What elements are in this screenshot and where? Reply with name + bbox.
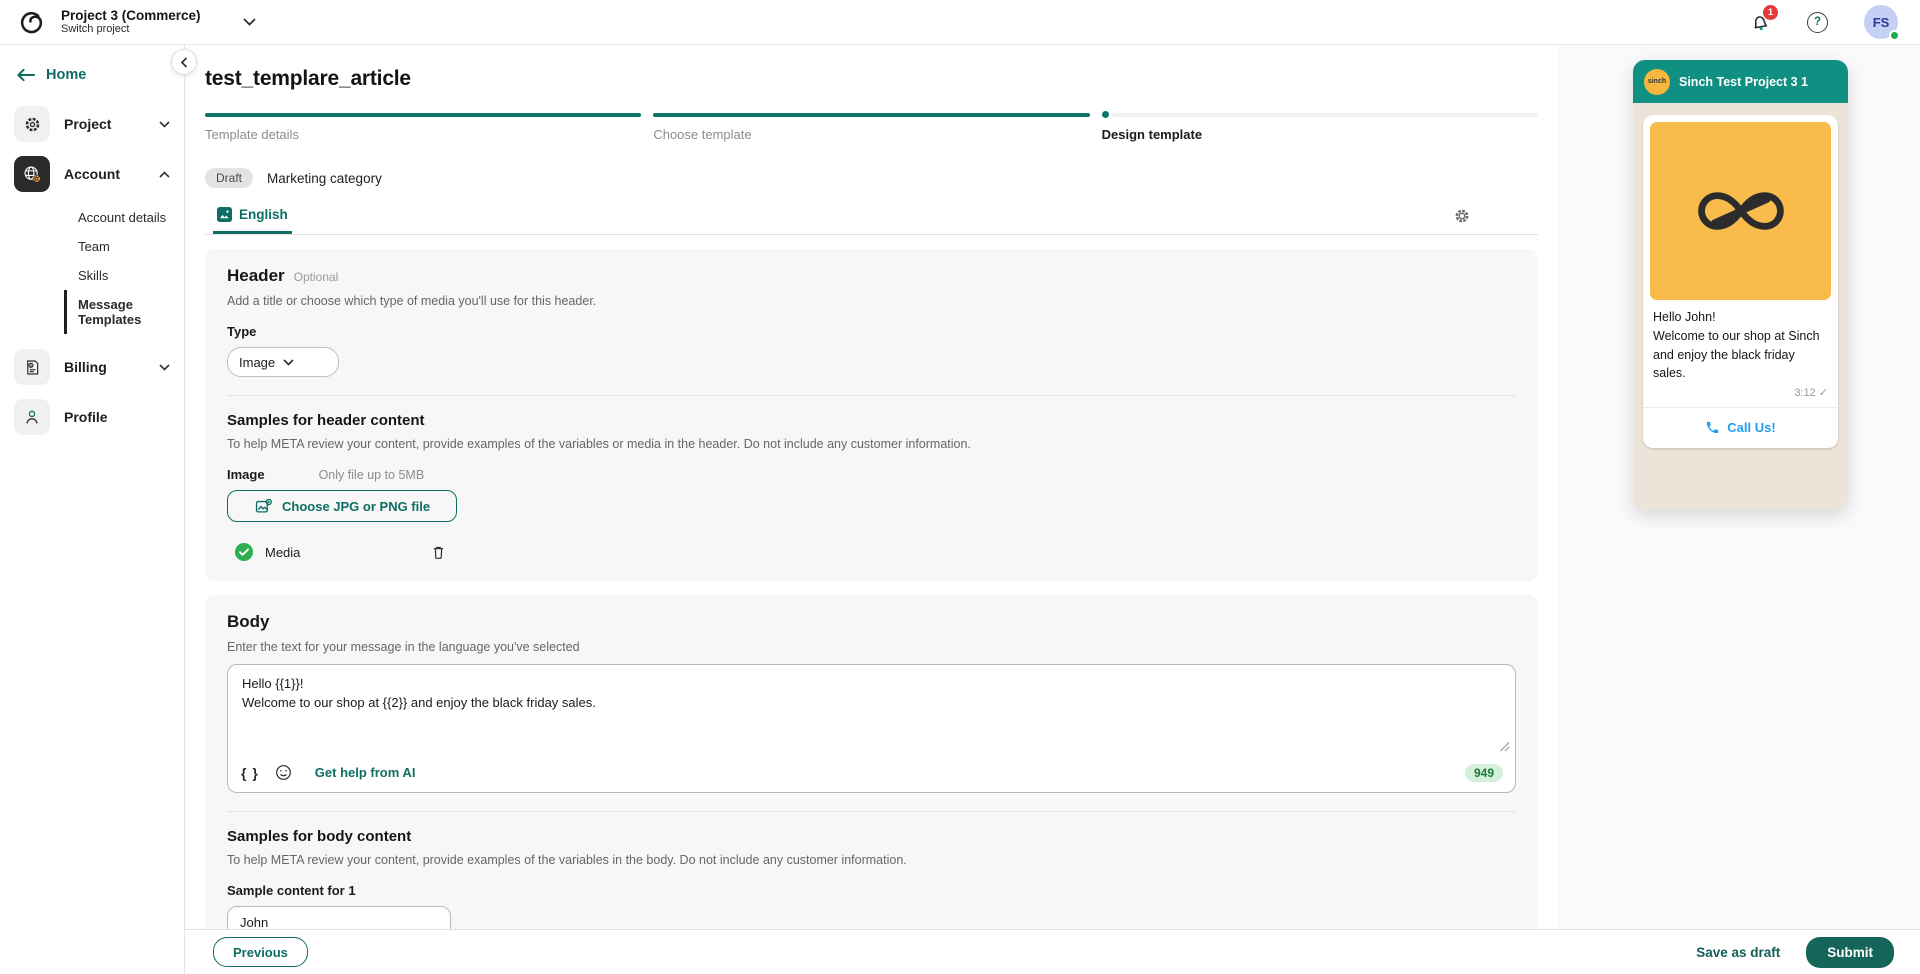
preview-message-card: Hello John! Welcome to our shop at Sinch…: [1643, 115, 1838, 448]
project-switcher[interactable]: Project 3 (Commerce) Switch project: [18, 8, 256, 36]
step-template-details[interactable]: Template details: [205, 111, 642, 142]
sidebar-collapse-button[interactable]: [171, 49, 197, 75]
notification-badge: 1: [1763, 5, 1778, 20]
step-choose-template[interactable]: Choose template: [653, 111, 1090, 142]
switch-project-label: Switch project: [61, 23, 130, 36]
globe-gear-icon: [14, 156, 50, 192]
submit-button[interactable]: Submit: [1806, 936, 1894, 968]
image-label: Image: [227, 467, 265, 482]
save-as-draft-link[interactable]: Save as draft: [1696, 945, 1780, 960]
main-content: test_templare_article Template details C…: [185, 45, 1558, 974]
sidebar-item-project[interactable]: Project: [0, 99, 184, 149]
image-language-icon: [217, 207, 232, 222]
chevron-down-icon: [159, 120, 170, 128]
sidebar-item-account[interactable]: Account: [0, 149, 184, 199]
chevron-down-icon: [242, 18, 256, 26]
account-subnav: Account details Team Skills Message Temp…: [64, 203, 184, 334]
preview-message-line2: Welcome to our shop at Sinch and enjoy t…: [1653, 328, 1820, 381]
preview-chat-header: sinch Sinch Test Project 3 1: [1633, 60, 1848, 103]
image-upload-icon: [254, 497, 273, 516]
char-count-badge: 949: [1464, 763, 1503, 782]
whatsapp-preview-panel: sinch Sinch Test Project 3 1 Hello John!…: [1633, 60, 1848, 510]
language-tabs: English: [205, 206, 1538, 235]
media-file-label: Media: [265, 544, 301, 560]
preview-message-time: 3:12 ✓: [1794, 387, 1828, 399]
project-name: Project 3 (Commerce): [61, 7, 201, 23]
samples-body-title: Samples for body content: [227, 828, 412, 845]
sidebar-home-link[interactable]: Home: [0, 53, 184, 99]
tab-english[interactable]: English: [213, 207, 292, 234]
chevron-down-icon: [159, 363, 170, 371]
body-section-title: Body: [227, 612, 270, 631]
footer-bar: Previous Save as draft Submit: [185, 929, 1920, 974]
sidebar-item-profile[interactable]: Profile: [0, 392, 184, 442]
notifications-button[interactable]: 1: [1749, 5, 1778, 33]
emoji-button[interactable]: [274, 763, 293, 782]
body-text-input[interactable]: Hello {{1}}! Welcome to our shop at {{2}…: [228, 665, 1515, 757]
samples-header-description: To help META review your content, provid…: [227, 437, 971, 451]
step-design-template[interactable]: Design template: [1101, 111, 1538, 142]
invoice-icon: [14, 349, 50, 385]
sidebar-item-skills[interactable]: Skills: [64, 261, 184, 290]
body-panel: Body Enter the text for your message in …: [205, 595, 1538, 974]
body-description: Enter the text for your message in the l…: [227, 640, 580, 654]
preview-chat-body: Hello John! Welcome to our shop at Sinch…: [1633, 103, 1848, 510]
previous-button[interactable]: Previous: [213, 937, 308, 967]
sample1-label: Sample content for 1: [227, 883, 356, 898]
header-type-select[interactable]: Image: [227, 347, 339, 377]
active-step-dot: [1101, 111, 1109, 118]
sidebar: Home Project Account Account details Tea…: [0, 45, 197, 974]
page-title: test_templare_article: [205, 67, 411, 90]
category-label: Marketing category: [267, 170, 382, 186]
get-help-from-ai-link[interactable]: Get help from AI: [315, 765, 416, 780]
file-size-hint: Only file up to 5MB: [318, 468, 425, 482]
sidebar-item-message-templates[interactable]: Message Templates: [64, 290, 184, 334]
phone-icon: [1705, 420, 1720, 435]
online-status-dot: [1889, 30, 1900, 41]
smiley-icon: [274, 763, 293, 782]
help-button[interactable]: ?: [1807, 11, 1828, 33]
header-section-title: Header: [227, 266, 285, 285]
type-label: Type: [227, 324, 257, 339]
sinch-infinity-logo-icon: [1686, 182, 1796, 240]
preview-header-image: [1650, 122, 1831, 300]
chevron-down-icon: [283, 358, 327, 366]
insert-variable-button[interactable]: { }: [241, 765, 259, 781]
resize-handle-icon[interactable]: [1499, 741, 1510, 752]
topbar: Project 3 (Commerce) Switch project 1 ? …: [0, 0, 1920, 45]
trash-icon: [430, 544, 447, 561]
template-settings-button[interactable]: [1452, 206, 1472, 234]
question-mark-icon: ?: [1813, 16, 1822, 28]
check-circle-icon: [235, 543, 253, 561]
gear-icon: [14, 106, 50, 142]
samples-header-title: Samples for header content: [227, 412, 425, 429]
person-icon: [14, 399, 50, 435]
sinch-avatar: sinch: [1644, 68, 1670, 95]
chevron-left-icon: [180, 56, 188, 68]
optional-label: Optional: [293, 270, 339, 284]
status-badge: Draft: [205, 168, 254, 188]
gear-icon: [1452, 206, 1472, 226]
back-arrow-icon: [16, 68, 35, 82]
sinch-logo-icon: [18, 9, 45, 36]
samples-body-description: To help META review your content, provid…: [227, 853, 907, 867]
preview-area: sinch Sinch Test Project 3 1 Hello John!…: [1558, 45, 1920, 929]
body-textarea-container: Hello {{1}}! Welcome to our shop at {{2}…: [227, 664, 1516, 793]
header-description: Add a title or choose which type of medi…: [227, 294, 597, 308]
chevron-up-icon: [159, 170, 170, 178]
preview-message-line1: Hello John!: [1653, 310, 1716, 324]
choose-file-button[interactable]: Choose JPG or PNG file: [227, 490, 458, 522]
user-avatar[interactable]: FS: [1864, 5, 1900, 41]
preview-call-us-button: Call Us!: [1650, 408, 1831, 448]
sidebar-item-billing[interactable]: Billing: [0, 342, 184, 392]
delete-media-button[interactable]: [430, 544, 447, 561]
sidebar-item-team[interactable]: Team: [64, 232, 184, 261]
progress-steps: Template details Choose template Design …: [205, 111, 1538, 142]
preview-chat-title: Sinch Test Project 3 1: [1679, 74, 1808, 89]
header-panel: Header Optional Add a title or choose wh…: [205, 249, 1538, 581]
sidebar-item-account-details[interactable]: Account details: [64, 203, 184, 232]
